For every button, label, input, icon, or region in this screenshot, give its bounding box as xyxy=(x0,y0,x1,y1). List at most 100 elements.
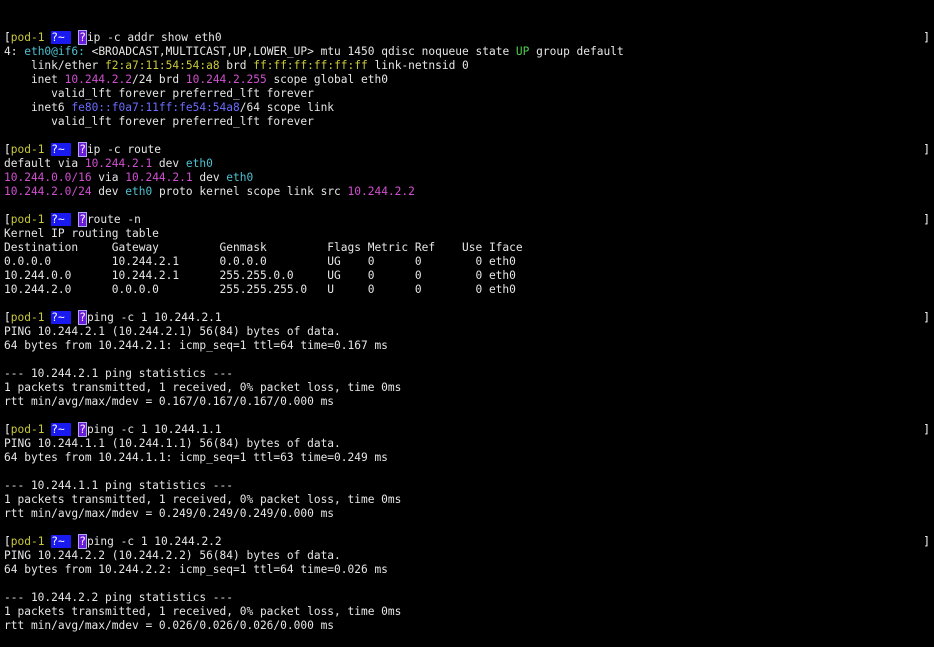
prompt-dir: ~ xyxy=(57,311,65,324)
prompt-bracket-close: ] xyxy=(923,311,930,324)
prompt-bracket-close: ] xyxy=(923,423,930,436)
output-line: 0.0.0.0 10.244.2.1 0.0.0.0 UG 0 0 0 eth0 xyxy=(4,255,934,269)
prompt-bracket-open: [ xyxy=(4,213,11,226)
prompt-bracket-close: ] xyxy=(923,213,930,226)
prompt-status-icon: ? xyxy=(78,142,87,157)
output-line: link/ether f2:a7:11:54:54:a8 brd ff:ff:f… xyxy=(4,59,934,73)
output-line: valid_lft forever preferred_lft forever xyxy=(4,115,934,129)
output-line: 10.244.0.0/16 via 10.244.2.1 dev eth0 xyxy=(4,171,934,185)
prompt-line: [pod-1 ?~ ?ping -c 1 10.244.2.1] xyxy=(4,310,934,325)
output-line: PING 10.244.1.1 (10.244.1.1) 56(84) byte… xyxy=(4,437,934,451)
output-line: rtt min/avg/max/mdev = 0.026/0.026/0.026… xyxy=(4,619,934,633)
output-token-mac: f2:a7:11:54:54:a8 xyxy=(105,59,220,72)
output-token-if: eth0 xyxy=(185,157,213,170)
output-token-ip: 10.244.2.1 xyxy=(125,171,193,184)
prompt-dir: ~ xyxy=(57,143,65,156)
output-line: Kernel IP routing table xyxy=(4,227,934,241)
prompt-status-icon: ? xyxy=(78,534,87,549)
output-text: scope global eth0 xyxy=(266,73,388,86)
command-text: ping -c 1 10.244.2.2 xyxy=(86,535,222,548)
output-text: dev xyxy=(152,157,186,170)
output-text: <BROADCAST,MULTICAST,UP,LOWER_UP> mtu 14… xyxy=(84,45,516,58)
prompt-status-icon: ? xyxy=(78,30,87,45)
output-token-ip: 10.244.0.0/16 xyxy=(4,171,92,184)
prompt-dir: ~ xyxy=(57,213,65,226)
output-line: 64 bytes from 10.244.2.1: icmp_seq=1 ttl… xyxy=(4,339,934,353)
output-line: 1 packets transmitted, 1 received, 0% pa… xyxy=(4,381,934,395)
output-text: /64 scope link xyxy=(239,101,335,114)
output-text: 64 bytes from 10.244.1.1: icmp_seq=1 ttl… xyxy=(4,451,388,464)
output-text: via xyxy=(91,171,126,184)
output-text: Destination Gateway Genmask Flags Metric… xyxy=(4,241,523,254)
output-text: proto kernel scope link src xyxy=(152,185,348,198)
prompt-bracket-close: ] xyxy=(923,31,930,44)
output-line: rtt min/avg/max/mdev = 0.167/0.167/0.167… xyxy=(4,395,934,409)
output-token-ip: 10.244.2.255 xyxy=(185,73,267,86)
terminal-window[interactable]: [pod-1 ?~ ?ip -c addr show eth0] 4: eth0@… xyxy=(0,0,934,632)
prompt-dir-icon: ? xyxy=(51,423,58,436)
prompt-dir-icon: ? xyxy=(51,213,58,226)
output-line: --- 10.244.2.2 ping statistics --- xyxy=(4,591,934,605)
prompt-line: [pod-1 ?~ ?route -n] xyxy=(4,212,934,227)
output-text: link/ether xyxy=(4,59,106,72)
output-line: PING 10.244.2.2 (10.244.2.2) 56(84) byte… xyxy=(4,549,934,563)
output-text: dev xyxy=(91,185,126,198)
command-text: ping -c 1 10.244.2.1 xyxy=(86,311,222,324)
prompt-user: pod-1 xyxy=(10,143,45,156)
prompt-line: [pod-1 ?~ ?ping -c 1 10.244.2.2] xyxy=(4,534,934,549)
output-token-ip: 10.244.2.2 xyxy=(347,185,415,198)
prompt-bracket-open: [ xyxy=(4,535,11,548)
output-token-if: eth0 xyxy=(125,185,153,198)
output-text: rtt min/avg/max/mdev = 0.167/0.167/0.167… xyxy=(4,395,335,408)
output-text: group default xyxy=(529,45,624,58)
output-text: link-netnsid 0 xyxy=(367,59,469,72)
prompt-status-icon: ? xyxy=(78,310,87,325)
output-token-if: eth0@if6: xyxy=(24,45,85,58)
prompt-line: [pod-1 ?~ ?ip -c route] xyxy=(4,142,934,157)
output-line: 64 bytes from 10.244.2.2: icmp_seq=1 ttl… xyxy=(4,563,934,577)
prompt-status-icon: ? xyxy=(78,422,87,437)
output-text: valid_lft forever preferred_lft forever xyxy=(4,87,314,100)
command-text: ip -c route xyxy=(86,143,162,156)
output-line: 64 bytes from 10.244.1.1: icmp_seq=1 ttl… xyxy=(4,451,934,465)
output-token-if: eth0 xyxy=(226,171,254,184)
prompt-line: [pod-1 ?~ ?ping -c 1 10.244.1.1] xyxy=(4,422,934,437)
prompt-user: pod-1 xyxy=(10,535,45,548)
terminal-output: [pod-1 ?~ ?ip -c addr show eth0] 4: eth0@… xyxy=(4,30,934,633)
output-token-up: UP xyxy=(515,45,530,58)
prompt-bracket-open: [ xyxy=(4,143,11,156)
output-token-ip: 10.244.2.1 xyxy=(84,157,153,170)
output-line: --- 10.244.1.1 ping statistics --- xyxy=(4,479,934,493)
prompt-user: pod-1 xyxy=(10,213,45,226)
output-text: 0.0.0.0 10.244.2.1 0.0.0.0 UG 0 0 0 eth0 xyxy=(4,255,516,268)
output-text: PING 10.244.2.2 (10.244.2.2) 56(84) byte… xyxy=(4,549,341,562)
output-line: default via 10.244.2.1 dev eth0 xyxy=(4,157,934,171)
output-text: --- 10.244.1.1 ping statistics --- xyxy=(4,479,234,492)
output-line: valid_lft forever preferred_lft forever xyxy=(4,87,934,101)
output-text: valid_lft forever preferred_lft forever xyxy=(4,115,314,128)
prompt-dir: ~ xyxy=(57,423,65,436)
output-text: PING 10.244.1.1 (10.244.1.1) 56(84) byte… xyxy=(4,437,341,450)
output-line: rtt min/avg/max/mdev = 0.249/0.249/0.249… xyxy=(4,507,934,521)
output-text: rtt min/avg/max/mdev = 0.026/0.026/0.026… xyxy=(4,619,335,632)
output-line: --- 10.244.2.1 ping statistics --- xyxy=(4,367,934,381)
prompt-dir-icon: ? xyxy=(51,311,58,324)
output-token-mac: ff:ff:ff:ff:ff:ff xyxy=(253,59,368,72)
output-text: inet6 xyxy=(4,101,72,114)
output-line: inet 10.244.2.2/24 brd 10.244.2.255 scop… xyxy=(4,73,934,87)
prompt-bracket-close: ] xyxy=(923,535,930,548)
output-text: --- 10.244.2.2 ping statistics --- xyxy=(4,591,234,604)
output-line: Destination Gateway Genmask Flags Metric… xyxy=(4,241,934,255)
output-text: /24 brd xyxy=(131,73,186,86)
prompt-dir: ~ xyxy=(57,535,65,548)
output-text: 1 packets transmitted, 1 received, 0% pa… xyxy=(4,605,402,618)
output-text: 64 bytes from 10.244.2.1: icmp_seq=1 ttl… xyxy=(4,339,388,352)
output-text: Kernel IP routing table xyxy=(4,227,159,240)
prompt-user: pod-1 xyxy=(10,423,45,436)
